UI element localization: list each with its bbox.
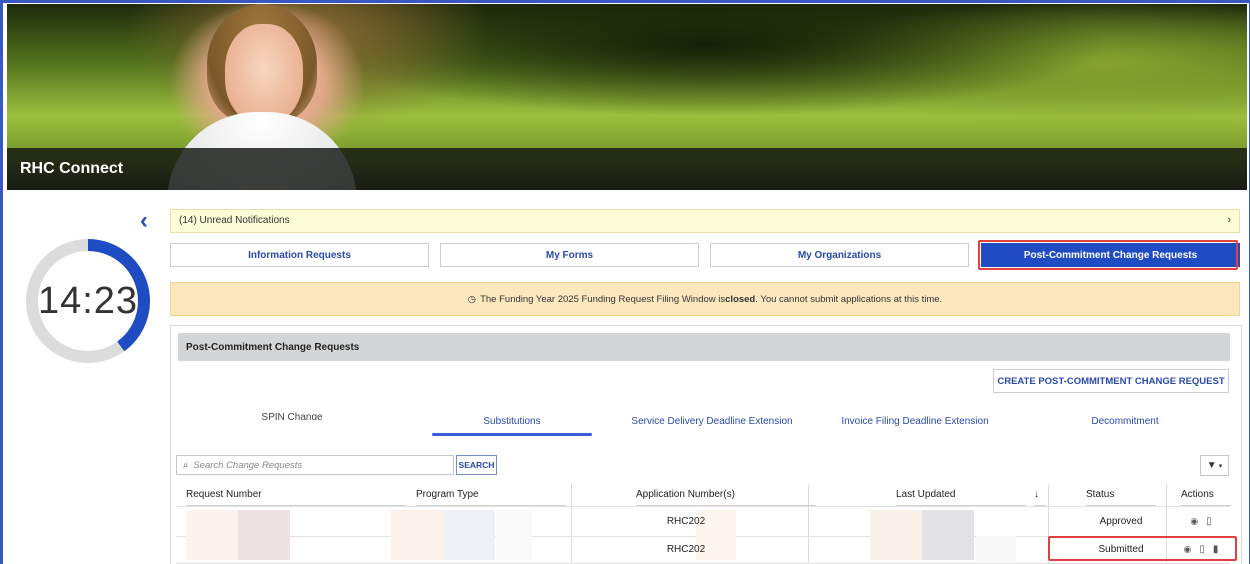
app-title: RHC Connect bbox=[20, 160, 124, 177]
column-header-program-type[interactable]: Program Type bbox=[416, 484, 566, 506]
redacted-block bbox=[922, 510, 974, 560]
row-actions: ◉ ▯ bbox=[1171, 508, 1231, 534]
highlight-outline-submitted-row bbox=[1048, 536, 1237, 561]
column-header-request-number[interactable]: Request Number bbox=[186, 484, 406, 506]
redacted-block bbox=[443, 510, 495, 560]
session-timer-value: 14:23 bbox=[37, 279, 139, 322]
redacted-block bbox=[496, 510, 532, 560]
redacted-block bbox=[870, 510, 922, 560]
clock-icon: ◷ bbox=[467, 293, 477, 305]
column-header-status: Status bbox=[1086, 484, 1156, 506]
redacted-block bbox=[238, 510, 290, 560]
column-header-actions: Actions bbox=[1181, 484, 1231, 506]
column-header-last-updated[interactable]: Last Updated bbox=[896, 484, 1026, 506]
eye-icon[interactable]: ◉ bbox=[1190, 516, 1198, 527]
unread-notifications-bar[interactable]: (14) Unread Notifications › bbox=[170, 209, 1240, 233]
nav-my-organizations[interactable]: My Organizations bbox=[710, 243, 969, 267]
alert-text-prefix: The Funding Year 2025 Funding Request Fi… bbox=[480, 293, 726, 305]
nav-my-forms[interactable]: My Forms bbox=[440, 243, 699, 267]
filter-button[interactable]: ▼ ▾ bbox=[1200, 455, 1229, 476]
search-icon: ⌕ bbox=[183, 459, 189, 471]
hero-photo-face bbox=[225, 24, 303, 124]
chevron-down-icon: ▾ bbox=[1218, 462, 1223, 470]
column-header-application-numbers[interactable]: Application Number(s) bbox=[636, 484, 816, 506]
alert-text-suffix: . You cannot submit applications at this… bbox=[755, 293, 943, 305]
redacted-block bbox=[391, 510, 443, 560]
panel-title: Post-Commitment Change Requests bbox=[178, 333, 1230, 361]
notifications-label: (14) Unread Notifications bbox=[179, 215, 290, 226]
redacted-block bbox=[186, 510, 238, 560]
search-button[interactable]: SEARCH bbox=[456, 455, 497, 475]
create-change-request-button[interactable]: CREATE POST-COMMITMENT CHANGE REQUEST bbox=[993, 369, 1229, 393]
alert-text-emphasis: closed bbox=[725, 293, 756, 305]
pdf-icon[interactable]: ▯ bbox=[1206, 516, 1212, 527]
hero-title-bar bbox=[7, 148, 1247, 190]
highlight-outline-nav bbox=[978, 240, 1238, 270]
chevron-right-icon: › bbox=[1227, 214, 1231, 226]
tab-decommitment[interactable]: Decommitment bbox=[1040, 416, 1210, 432]
application-number: RHC202 bbox=[666, 543, 706, 555]
active-tab-indicator bbox=[432, 433, 592, 436]
application-number: RHC202 bbox=[666, 515, 706, 527]
search-placeholder: Search Change Requests bbox=[193, 459, 303, 471]
tab-invoice-filing-deadline-extension[interactable]: Invoice Filing Deadline Extension bbox=[815, 416, 1015, 432]
redacted-block bbox=[976, 536, 1016, 562]
tab-substitutions[interactable]: Substitutions bbox=[432, 416, 592, 432]
nav-information-requests[interactable]: Information Requests bbox=[170, 243, 429, 267]
status-badge: Approved bbox=[1099, 515, 1143, 527]
header-divider bbox=[176, 506, 1230, 507]
search-input[interactable]: ⌕ Search Change Requests bbox=[176, 455, 454, 475]
chevron-left-icon[interactable]: ‹ bbox=[140, 209, 156, 233]
sort-arrow-icon[interactable]: ↓ bbox=[1034, 484, 1046, 506]
filing-window-alert: ◷ The Funding Year 2025 Funding Request … bbox=[170, 282, 1240, 316]
column-divider bbox=[571, 484, 572, 564]
filter-icon: ▼ bbox=[1206, 460, 1217, 471]
tab-spin-change[interactable]: SPIN Change bbox=[212, 412, 372, 420]
tab-service-delivery-deadline-extension[interactable]: Service Delivery Deadline Extension bbox=[612, 416, 812, 432]
